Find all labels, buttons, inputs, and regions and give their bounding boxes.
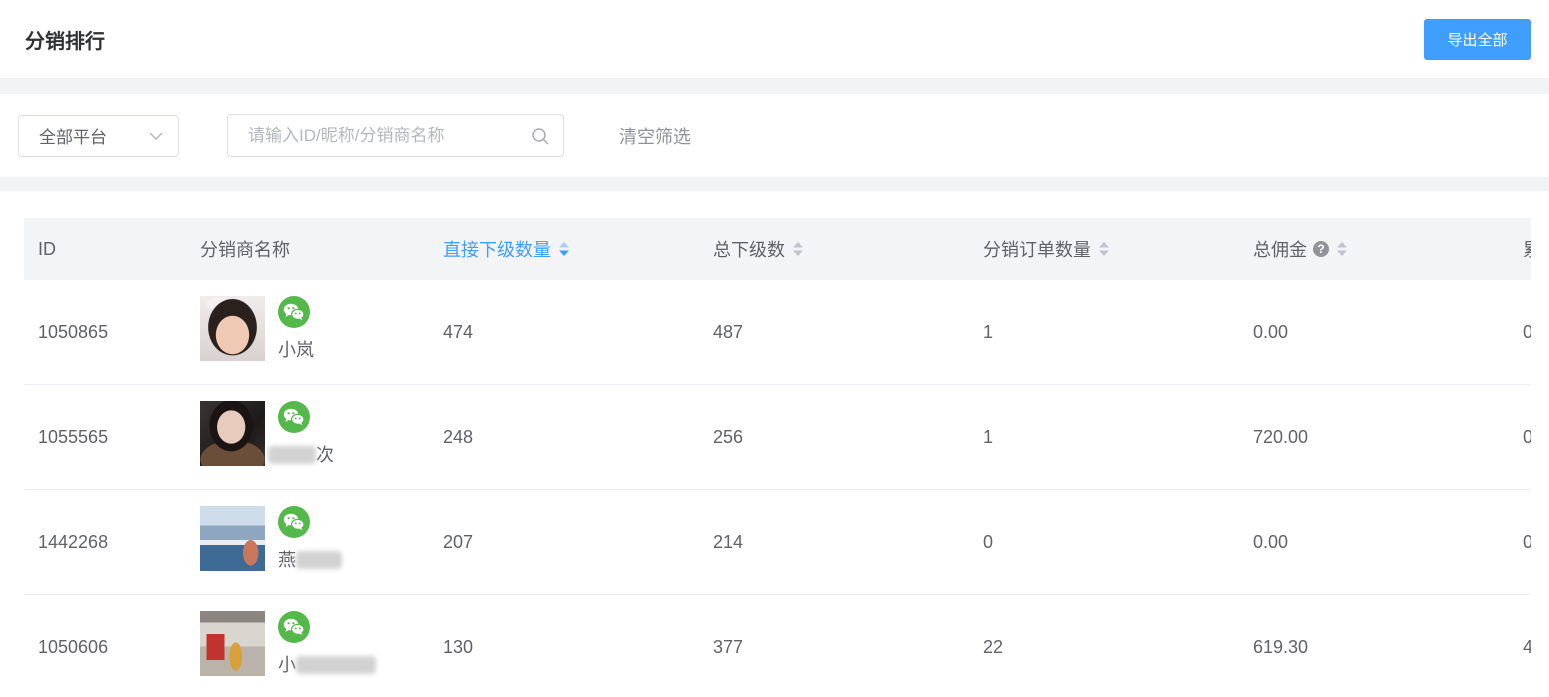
divider [0, 177, 1549, 191]
platform-select[interactable]: 全部平台 [18, 114, 179, 157]
distributor-name: 小 [278, 655, 296, 675]
table-row: 1055565 次 248 256 1 720.00 0 [24, 385, 1531, 490]
wechat-icon [278, 611, 310, 643]
wechat-icon [278, 401, 310, 433]
cell-total-commission: 720.00 [1253, 426, 1309, 447]
redacted-text [296, 551, 342, 569]
cell-total-subordinates: 256 [713, 426, 744, 447]
cell-direct-subordinates: 207 [443, 531, 474, 552]
cell-id: 1050865 [38, 321, 109, 342]
distributor-name: 次 [316, 445, 334, 465]
avatar [200, 296, 265, 361]
cell-id: 1055565 [38, 426, 109, 447]
export-all-button[interactable]: 导出全部 [1424, 18, 1531, 60]
cell-direct-subordinates: 130 [443, 636, 474, 657]
divider [0, 78, 1549, 94]
cell-next: 4 [1523, 636, 1531, 657]
table-header: ID 分销商名称 直接下级数量 总下级数 分销订单数量 总佣金 ? [24, 218, 1531, 280]
column-header-distributor: 分销商名称 [200, 240, 290, 260]
cell-next: 0 [1523, 426, 1531, 447]
table-row: 1050865 小岚 474 487 1 0.00 0 [24, 280, 1531, 385]
avatar [200, 611, 265, 676]
wechat-icon [278, 506, 310, 538]
column-header-total-subordinates[interactable]: 总下级数 [699, 218, 969, 280]
cell-next: 0 [1523, 321, 1531, 342]
page-title: 分销排行 [25, 30, 105, 53]
sort-icon[interactable] [1337, 241, 1347, 257]
cell-direct-subordinates: 248 [443, 426, 474, 447]
avatar [200, 401, 265, 466]
cell-orders: 0 [983, 531, 994, 552]
main-content: ID 分销商名称 直接下级数量 总下级数 分销订单数量 总佣金 ? 105086… [0, 191, 1549, 697]
cell-distributor: 次 [186, 385, 429, 489]
search-input[interactable] [248, 125, 531, 146]
sort-icon[interactable] [793, 241, 803, 257]
sort-desc-icon[interactable] [559, 241, 569, 257]
cell-id: 1050606 [38, 636, 109, 657]
filter-bar: 全部平台 清空筛选 [0, 94, 1549, 177]
redacted-text [268, 446, 316, 464]
page: 分销排行 导出全部 全部平台 清空筛选 ID 分销商名称 直接下级数量 [0, 0, 1549, 697]
cell-total-subordinates: 377 [713, 636, 744, 657]
column-header-id: ID [38, 238, 56, 259]
sort-icon[interactable] [1099, 241, 1109, 257]
column-header-direct-subordinates[interactable]: 直接下级数量 [429, 218, 699, 280]
cell-total-commission: 619.30 [1253, 636, 1309, 657]
search-field[interactable] [227, 114, 564, 157]
column-header-total-commission[interactable]: 总佣金 ? [1239, 218, 1509, 280]
column-header-next: 累 [1509, 218, 1531, 280]
wechat-icon [278, 296, 310, 328]
table-row: 1442268 燕 207 214 0 0.00 0 [24, 490, 1531, 595]
redacted-text [296, 656, 376, 674]
column-header-orders[interactable]: 分销订单数量 [969, 218, 1239, 280]
search-icon[interactable] [531, 127, 549, 145]
cell-direct-subordinates: 474 [443, 321, 474, 342]
chevron-down-icon [149, 132, 163, 140]
distributor-name: 小岚 [278, 340, 314, 360]
cell-total-subordinates: 487 [713, 321, 744, 342]
cell-next: 0 [1523, 531, 1531, 552]
platform-select-value: 全部平台 [39, 128, 107, 147]
clear-filters-button[interactable]: 清空筛选 [619, 123, 691, 149]
cell-id: 1442268 [38, 531, 109, 552]
cell-distributor: 燕 [186, 490, 429, 594]
cell-orders: 22 [983, 636, 1004, 657]
cell-orders: 1 [983, 321, 994, 342]
cell-orders: 1 [983, 426, 994, 447]
top-bar: 分销排行 导出全部 [0, 0, 1549, 78]
cell-distributor: 小 [186, 595, 429, 697]
cell-total-commission: 0.00 [1253, 531, 1289, 552]
distributor-name: 燕 [278, 550, 296, 570]
table-row: 1050606 小 130 377 22 619.30 4 [24, 595, 1531, 697]
ranking-table: ID 分销商名称 直接下级数量 总下级数 分销订单数量 总佣金 ? 105086… [24, 218, 1531, 697]
avatar [200, 506, 265, 571]
cell-distributor: 小岚 [186, 280, 429, 384]
cell-total-commission: 0.00 [1253, 321, 1289, 342]
help-icon[interactable]: ? [1313, 241, 1329, 257]
cell-total-subordinates: 214 [713, 531, 744, 552]
